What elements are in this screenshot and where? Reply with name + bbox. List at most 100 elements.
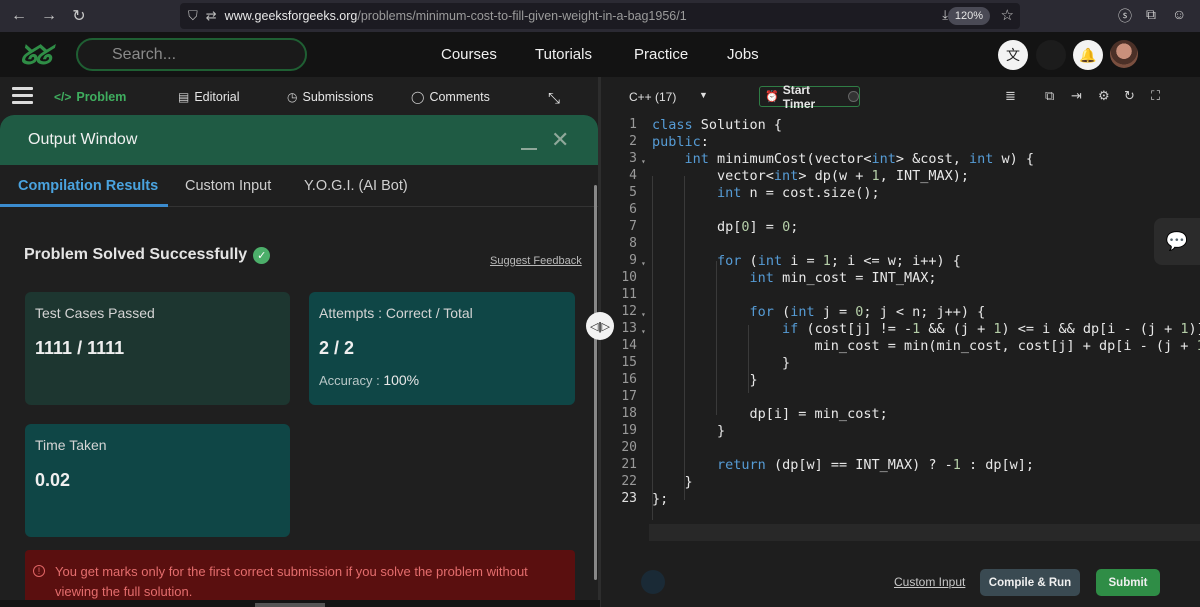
fold-chevron-icon[interactable]: ▾ bbox=[641, 259, 646, 268]
line-number: 8 bbox=[629, 236, 637, 251]
tab-custom-input[interactable]: Custom Input bbox=[185, 178, 271, 194]
ai-assistant-icon[interactable] bbox=[641, 570, 665, 594]
reset-icon[interactable]: ↻ bbox=[1124, 88, 1135, 104]
close-icon[interactable]: ✕ bbox=[551, 127, 569, 153]
time-taken-label: Time Taken bbox=[35, 437, 107, 453]
resize-handle-icon[interactable]: ◁|▷ bbox=[586, 312, 614, 340]
output-window-title: Output Window bbox=[28, 131, 138, 148]
permissions-icon[interactable]: ⇄ bbox=[206, 8, 217, 24]
bookmark-star-icon[interactable]: ☆ bbox=[1001, 6, 1014, 24]
format-icon[interactable]: ≣ bbox=[1005, 88, 1016, 104]
accuracy-label: Accuracy : bbox=[319, 373, 380, 388]
zoom-badge[interactable]: 120% bbox=[947, 7, 990, 25]
line-number: 19 bbox=[621, 423, 637, 438]
fold-chevron-icon[interactable]: ▾ bbox=[641, 327, 646, 336]
tab-submissions[interactable]: ◷ Submissions bbox=[287, 90, 373, 104]
tab-problem[interactable]: </> Problem bbox=[54, 90, 126, 104]
document-icon: ▤ bbox=[178, 90, 190, 104]
tab-editorial-label: Editorial bbox=[194, 90, 240, 104]
code-line-12: for (int j = 0; j < n; j++) { bbox=[749, 304, 986, 320]
code-line-23: }; bbox=[652, 491, 669, 507]
code-line-22: } bbox=[652, 474, 693, 490]
chat-bubble-icon[interactable]: 💬 bbox=[1154, 218, 1200, 265]
nav-courses[interactable]: Courses bbox=[441, 46, 497, 63]
code-area[interactable]: 1 2 3 4 5 6 7 8 9 10 11 12 13 14 15 16 17 18 19 20 21 22 23 ▾ … bbox=[601, 115, 1200, 555]
site-header: ᘜᘜ Courses Tutorials Practice Jobs 文 🔔 bbox=[0, 32, 1200, 77]
menu-icon[interactable] bbox=[12, 87, 33, 108]
line-number: 7 bbox=[629, 219, 637, 234]
browser-toolbar: ← → ↻ ⛉ ⇄ www.geeksforgeeks.org/problems… bbox=[0, 0, 1200, 32]
start-timer-button[interactable]: ⏰ Start Timer bbox=[759, 83, 860, 111]
problem-panel: </> Problem ▤ Editorial ◷ Submissions ◯ … bbox=[0, 77, 598, 607]
tab-comments-label: Comments bbox=[429, 90, 490, 104]
code-line-16: } bbox=[652, 372, 758, 388]
alarm-icon: ⏰ bbox=[765, 91, 779, 103]
clock-icon: ◷ bbox=[287, 90, 298, 104]
editor-toolbar: C++ (17) ▼ ⏰ Start Timer ≣ ⧉ ⇥ ⚙ ↻ ⛶ bbox=[601, 77, 1200, 115]
output-tabs: Compilation Results Custom Input Y.O.G.I… bbox=[0, 165, 598, 207]
notification-bell-icon[interactable]: 🔔 bbox=[1073, 40, 1103, 70]
nav-tutorials[interactable]: Tutorials bbox=[535, 46, 592, 63]
compile-run-button[interactable]: Compile & Run bbox=[980, 569, 1080, 596]
horizontal-scrollbar[interactable] bbox=[0, 600, 600, 607]
forward-icon[interactable]: → bbox=[34, 1, 64, 31]
line-number: 2 bbox=[629, 134, 637, 149]
extension-icon[interactable]: ⓢ bbox=[1118, 6, 1132, 26]
code-line-4: vector<int> dp(w + 1, INT_MAX); bbox=[652, 168, 970, 184]
result-title-text: Problem Solved Successfully bbox=[24, 246, 248, 263]
tab-submissions-label: Submissions bbox=[302, 90, 374, 104]
fold-chevron-icon[interactable]: ▾ bbox=[641, 310, 646, 319]
warning-text: You get marks only for the first correct… bbox=[55, 564, 528, 599]
reload-icon[interactable]: ↻ bbox=[64, 1, 94, 31]
output-scrollbar[interactable] bbox=[594, 185, 597, 580]
output-window: Output Window ✕ Compilation Results Cust… bbox=[0, 115, 598, 607]
collapse-icon[interactable]: ⤡ bbox=[548, 90, 560, 107]
upload-icon[interactable]: ⇥ bbox=[1071, 88, 1082, 104]
line-number: 10 bbox=[621, 270, 637, 285]
code-icon: </> bbox=[54, 90, 72, 104]
avatar[interactable] bbox=[1110, 40, 1138, 68]
fullscreen-icon[interactable]: ⛶ bbox=[1151, 88, 1160, 104]
scrollbar-thumb[interactable] bbox=[255, 603, 325, 607]
theme-toggle[interactable] bbox=[1036, 40, 1066, 70]
address-bar[interactable]: ⛉ ⇄ www.geeksforgeeks.org/problems/minim… bbox=[180, 3, 1020, 29]
code-line-3: int minimumCost(vector<int> &cost, int w… bbox=[684, 151, 1035, 167]
account-icon[interactable]: ☺ bbox=[1172, 6, 1186, 22]
accuracy-value: 100% bbox=[383, 372, 420, 388]
custom-input-link[interactable]: Custom Input bbox=[894, 575, 965, 589]
search-input[interactable] bbox=[78, 40, 305, 64]
attempts-value: 2 / 2 bbox=[319, 338, 355, 358]
fold-chevron-icon[interactable]: ▾ bbox=[641, 157, 646, 166]
language-select[interactable]: C++ (17) bbox=[629, 90, 676, 104]
tab-editorial[interactable]: ▤ Editorial bbox=[178, 90, 240, 104]
line-number: 3 bbox=[629, 151, 637, 166]
nav-jobs[interactable]: Jobs bbox=[727, 46, 759, 63]
submit-button[interactable]: Submit bbox=[1096, 569, 1160, 596]
tab-comments[interactable]: ◯ Comments bbox=[411, 90, 490, 104]
gfg-logo[interactable]: ᘜᘜ bbox=[20, 40, 52, 72]
problem-tabs: </> Problem ▤ Editorial ◷ Submissions ◯ … bbox=[0, 77, 598, 117]
line-number: 21 bbox=[621, 457, 637, 472]
code-line-15: } bbox=[652, 355, 791, 371]
minimize-icon[interactable] bbox=[521, 148, 537, 150]
extensions-puzzle-icon[interactable]: ⧉ bbox=[1146, 6, 1156, 23]
translate-icon[interactable]: 文 bbox=[998, 40, 1028, 70]
line-number: 17 bbox=[621, 389, 637, 404]
back-icon[interactable]: ← bbox=[4, 1, 34, 31]
accuracy-line: Accuracy : 100% bbox=[319, 372, 419, 388]
line-number: 18 bbox=[621, 406, 637, 421]
code-line-19: } bbox=[652, 423, 726, 439]
tab-problem-label: Problem bbox=[76, 90, 127, 104]
suggest-feedback-link[interactable]: Suggest Feedback bbox=[490, 255, 582, 267]
line-number: 11 bbox=[621, 287, 637, 302]
tab-yogi-ai-bot[interactable]: Y.O.G.I. (AI Bot) bbox=[304, 178, 408, 194]
result-title: Problem Solved Successfully ✓ bbox=[24, 246, 271, 264]
chevron-down-icon[interactable]: ▼ bbox=[699, 90, 708, 100]
nav-practice[interactable]: Practice bbox=[634, 46, 688, 63]
line-number: 23 bbox=[621, 491, 637, 506]
copy-icon[interactable]: ⧉ bbox=[1045, 88, 1054, 104]
attempts-card: Attempts : Correct / Total 2 / 2 Accurac… bbox=[309, 292, 575, 405]
settings-gear-icon[interactable]: ⚙ bbox=[1098, 88, 1110, 104]
search-box[interactable] bbox=[76, 38, 307, 71]
tab-compilation-results[interactable]: Compilation Results bbox=[18, 178, 158, 194]
